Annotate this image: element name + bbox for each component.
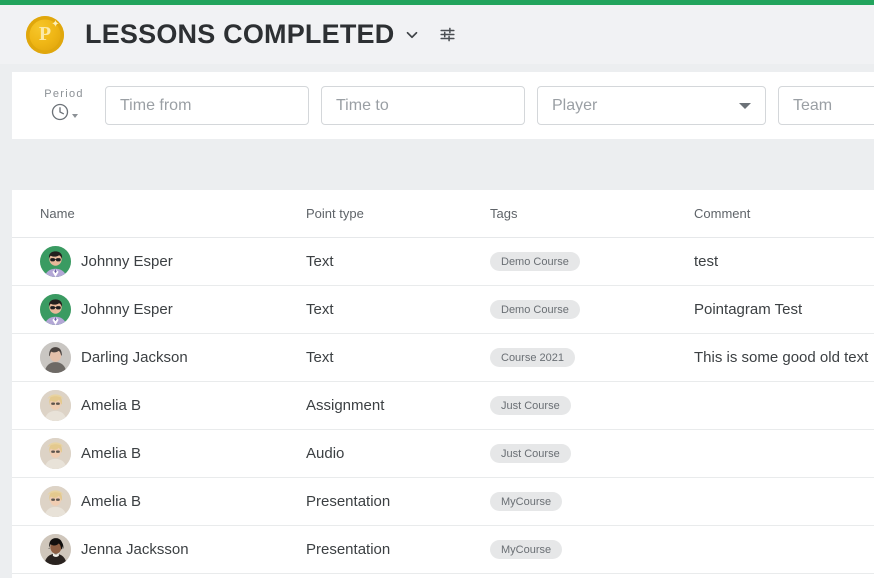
player-name: Amelia B [81, 493, 142, 510]
cell-point-type: Text [306, 349, 334, 366]
team-input[interactable]: Team [778, 86, 874, 125]
team-placeholder: Team [793, 96, 833, 114]
time-from-input[interactable]: Time from [105, 86, 309, 125]
period-label: Period [44, 87, 84, 100]
tag-badge[interactable]: Demo Course [490, 252, 580, 271]
column-header-comment: Comment [694, 206, 751, 221]
table-row[interactable]: Amelia B Audio Just Course [12, 430, 874, 478]
player-name: Amelia B [81, 445, 142, 462]
cell-comment: Pointagram Test [694, 301, 874, 318]
time-from-placeholder: Time from [120, 96, 192, 114]
cell-point-type: Assignment [306, 397, 385, 414]
cell-comment: test [694, 253, 874, 270]
cell-name: Jenna Jacksson [26, 534, 306, 565]
column-header-name: Name [40, 206, 75, 221]
clock-icon [50, 102, 70, 122]
player-name: Johnny Esper [81, 301, 173, 318]
player-name: Darling Jackson [81, 349, 188, 366]
cell-name: Amelia B [26, 390, 306, 421]
table-header-row: Name Point type Tags Comment [12, 190, 874, 238]
page-title: LESSONS COMPLETED [85, 19, 395, 49]
cell-point-type: Presentation [306, 541, 391, 558]
cell-name: Johnny Esper [26, 246, 306, 277]
tag-badge[interactable]: Course 2021 [490, 348, 575, 367]
app-root: P ✦ LESSONS COMPLETED Period Time from T… [0, 0, 874, 578]
player-name: Johnny Esper [81, 253, 173, 270]
cell-name: Amelia B [26, 486, 306, 517]
period-clock-row [50, 102, 78, 122]
comment-text: This is some good old text [694, 349, 869, 366]
cell-tags: MyCourse [490, 492, 694, 511]
cell-name: Amelia B [26, 438, 306, 469]
avatar [40, 246, 71, 277]
avatar [40, 438, 71, 469]
cell-tags: Course 2021 [490, 348, 694, 367]
tag-badge[interactable]: Just Course [490, 444, 571, 463]
table-row[interactable]: Amelia B Presentation MyCourse [12, 478, 874, 526]
avatar [40, 342, 71, 373]
tag-badge[interactable]: MyCourse [490, 540, 563, 559]
cell-name: Darling Jackson [26, 342, 306, 373]
player-select[interactable]: Player [537, 86, 766, 125]
column-header-tags: Tags [490, 206, 518, 221]
tag-badge[interactable]: Demo Course [490, 300, 580, 319]
cell-point-type: Audio [306, 445, 345, 462]
coin-icon: P ✦ [26, 15, 64, 54]
cell-tags: Just Course [490, 444, 694, 463]
cell-tags: Just Course [490, 396, 694, 415]
cell-name: Johnny Esper [26, 294, 306, 325]
avatar [40, 390, 71, 421]
comment-text: Pointagram Test [694, 301, 803, 318]
cell-point-type: Presentation [306, 493, 391, 510]
period-caret-icon[interactable] [72, 113, 78, 118]
time-to-placeholder: Time to [336, 96, 389, 114]
comment-text: test [694, 253, 719, 270]
avatar [40, 534, 71, 565]
period-selector[interactable]: Period [33, 88, 95, 122]
table-row[interactable]: Johnny Esper Text Demo Course Pointagram Te… [12, 286, 874, 334]
page-header: P ✦ LESSONS COMPLETED [0, 5, 874, 64]
cell-tags: MyCourse [490, 540, 694, 559]
player-name: Amelia B [81, 397, 142, 414]
cell-tags: Demo Course [490, 252, 694, 271]
cell-point-type: Text [306, 301, 334, 318]
player-name: Jenna Jacksson [81, 541, 189, 558]
tune-icon[interactable] [437, 25, 457, 45]
table-row[interactable]: Darling Jackson Text Course 2021 This is so… [12, 334, 874, 382]
player-placeholder: Player [552, 96, 598, 114]
time-to-input[interactable]: Time to [321, 86, 525, 125]
results-table: Name Point type Tags Comment Johnny Espe… [12, 190, 874, 578]
table-row[interactable]: Johnny Esper Text Demo Course test [12, 238, 874, 286]
avatar [40, 294, 71, 325]
tag-badge[interactable]: Just Course [490, 396, 571, 415]
cell-tags: Demo Course [490, 300, 694, 319]
column-header-point-type: Point type [306, 206, 364, 221]
avatar [40, 486, 71, 517]
chevron-down-icon[interactable] [403, 26, 421, 44]
chevron-down-icon[interactable] [739, 102, 751, 109]
cell-comment: This is some good old text [694, 349, 874, 366]
tag-badge[interactable]: MyCourse [490, 492, 563, 511]
table-body: Johnny Esper Text Demo Course test Johnny Es… [12, 238, 874, 574]
filter-bar: Period Time from Time to Player Team [12, 72, 874, 139]
sparkle-icon: ✦ [51, 18, 60, 30]
table-row[interactable]: Jenna Jacksson Presentation MyCourse [12, 526, 874, 574]
table-row[interactable]: Amelia B Assignment Just Course [12, 382, 874, 430]
cell-point-type: Text [306, 253, 334, 270]
